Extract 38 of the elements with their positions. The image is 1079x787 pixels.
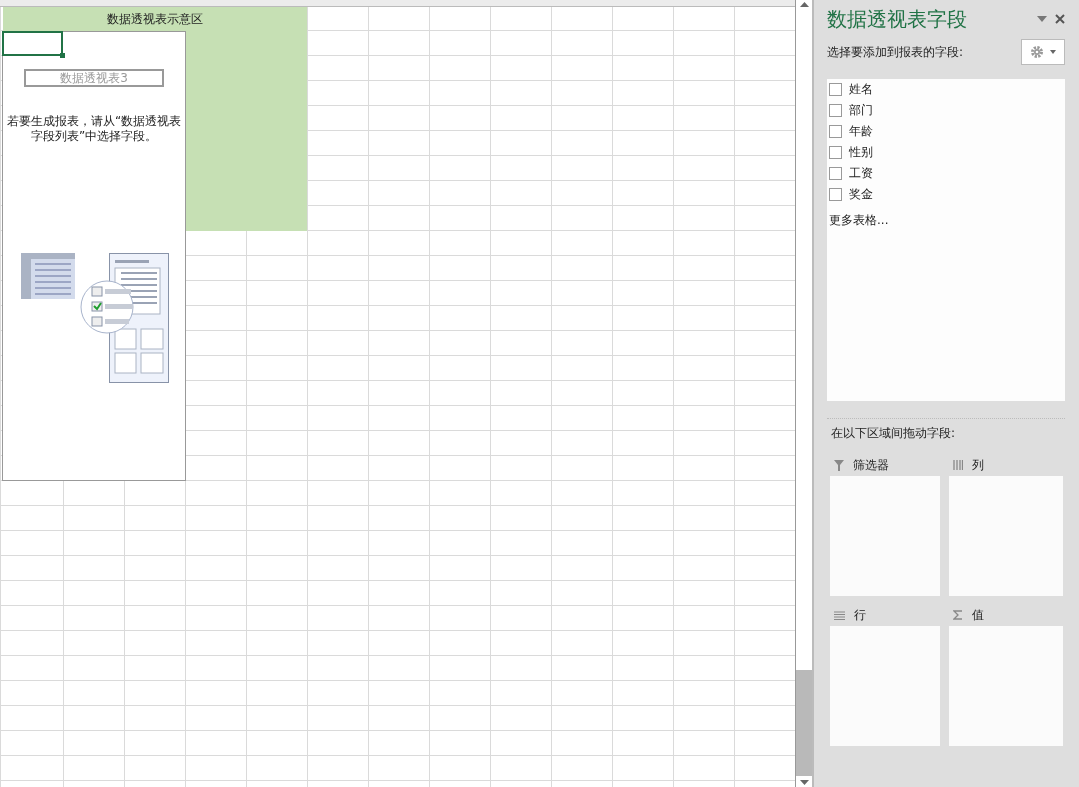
area-label: 值: [972, 606, 984, 624]
caret-icon: [1050, 50, 1056, 54]
pane-options-icon[interactable]: [1037, 16, 1047, 22]
columns-icon: [953, 460, 963, 470]
area-label: 行: [854, 606, 866, 624]
field-label[interactable]: 性别: [849, 144, 873, 161]
more-tables-link[interactable]: 更多表格...: [829, 212, 889, 229]
field-checkbox[interactable]: [829, 146, 842, 159]
field-checkbox[interactable]: [829, 188, 842, 201]
pivot-table-name: 数据透视表3: [24, 69, 164, 87]
close-icon[interactable]: [1055, 14, 1065, 24]
sigma-icon: [953, 610, 963, 620]
vertical-scrollbar[interactable]: [796, 0, 814, 787]
field-checkbox[interactable]: [829, 104, 842, 117]
areas-label: 在以下区域间拖动字段:: [830, 425, 957, 442]
tools-button[interactable]: [1021, 39, 1065, 65]
area-label: 列: [972, 456, 984, 474]
field-label[interactable]: 年龄: [849, 123, 873, 140]
pivot-instructions: 若要生成报表，请从“数据透视表字段列表”中选择字段。: [6, 114, 182, 144]
field-label[interactable]: 奖金: [849, 186, 873, 203]
selected-cell[interactable]: [2, 31, 63, 56]
rows-icon: [834, 610, 845, 620]
area-label: 筛选器: [853, 456, 889, 474]
field-label[interactable]: 工资: [849, 165, 873, 182]
scroll-down-icon[interactable]: [799, 780, 809, 785]
gear-icon: [1030, 45, 1044, 59]
filter-icon: [834, 459, 844, 471]
field-checkbox[interactable]: [829, 125, 842, 138]
merged-cell-title: 数据透视表示意区: [107, 11, 203, 28]
scrollbar-thumb[interactable]: [796, 670, 812, 776]
scroll-up-icon[interactable]: [799, 2, 809, 7]
field-label[interactable]: 部门: [849, 102, 873, 119]
pane-subtitle: 选择要添加到报表的字段:: [827, 43, 964, 61]
spreadsheet-grid[interactable]: 数据透视表示意区 数据透视表3 若要生成报表，请从“数据透视表字段列表”中选择字段。: [0, 0, 796, 787]
field-checkbox[interactable]: [829, 167, 842, 180]
field-label[interactable]: 姓名: [849, 81, 873, 98]
field-checkbox[interactable]: [829, 83, 842, 96]
pane-title: 数据透视表字段: [827, 5, 968, 33]
